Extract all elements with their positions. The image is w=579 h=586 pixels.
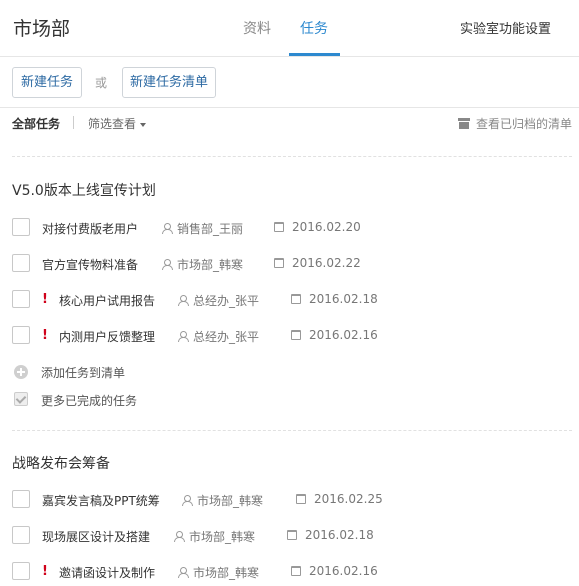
urgent-mark-icon: !	[42, 564, 48, 579]
user-icon	[178, 295, 189, 306]
user-icon	[182, 495, 193, 506]
task-name[interactable]: 现场展区设计及搭建	[42, 528, 150, 545]
task-owner: 市场部_韩寒	[162, 256, 243, 273]
task-owner-label: 市场部_韩寒	[177, 258, 244, 272]
tab-tasks[interactable]: 任务	[300, 18, 328, 38]
header-bar: 市场部 资料 任务 实验室功能设置	[0, 0, 579, 57]
task-due-date: 2016.02.16	[291, 564, 378, 578]
calendar-icon	[296, 494, 306, 504]
filter-separator	[73, 116, 74, 129]
task-owner: 市场部_韩寒	[178, 564, 259, 581]
task-checkbox[interactable]	[12, 290, 30, 308]
task-owner: 市场部_韩寒	[182, 492, 263, 509]
archive-box-icon	[457, 118, 470, 129]
user-icon	[178, 331, 189, 342]
caret-down-icon	[140, 122, 147, 127]
section-divider	[12, 430, 572, 431]
calendar-icon	[291, 330, 301, 340]
task-owner: 总经办_张平	[178, 328, 259, 345]
task-due-date-label: 2016.02.16	[309, 564, 378, 578]
all-tasks-filter[interactable]: 全部任务	[12, 115, 60, 132]
task-due-date: 2016.02.18	[291, 292, 378, 306]
new-task-list-button[interactable]: 新建任务清单	[122, 67, 216, 98]
or-label: 或	[95, 76, 108, 90]
task-due-date-label: 2016.02.18	[305, 528, 374, 542]
task-due-date: 2016.02.22	[274, 256, 361, 270]
plus-circle-icon	[14, 365, 28, 379]
task-name[interactable]: 内测用户反馈整理	[59, 328, 155, 345]
department-title: 市场部	[13, 18, 71, 40]
tab-info[interactable]: 资料	[243, 18, 271, 38]
task-due-date-label: 2016.02.18	[309, 292, 378, 306]
task-owner-label: 市场部_韩寒	[189, 530, 256, 544]
active-tab-indicator	[289, 53, 340, 56]
task-owner: 市场部_韩寒	[174, 528, 255, 545]
filter-dropdown[interactable]: 筛选查看	[88, 115, 147, 132]
task-owner: 销售部_王丽	[162, 220, 243, 237]
user-icon	[162, 223, 173, 234]
task-list-title[interactable]: V5.0版本上线宣传计划	[12, 180, 156, 200]
calendar-icon	[287, 530, 297, 540]
task-due-date: 2016.02.16	[291, 328, 378, 342]
calendar-icon	[274, 258, 284, 268]
archived-lists-link[interactable]: 查看已归档的清单	[457, 115, 572, 132]
task-checkbox[interactable]	[12, 490, 30, 508]
urgent-mark-icon: !	[42, 292, 48, 307]
toolbar-divider	[0, 107, 579, 108]
task-due-date: 2016.02.20	[274, 220, 361, 234]
task-due-date-label: 2016.02.16	[309, 328, 378, 342]
task-due-date: 2016.02.18	[287, 528, 374, 542]
calendar-icon	[291, 294, 301, 304]
calendar-icon	[274, 222, 284, 232]
calendar-icon	[291, 566, 301, 576]
task-owner-label: 总经办_张平	[193, 330, 260, 344]
task-list-title[interactable]: 战略发布会筹备	[12, 453, 110, 473]
lab-settings-link[interactable]: 实验室功能设置	[460, 18, 551, 37]
urgent-mark-icon: !	[42, 328, 48, 343]
user-icon	[178, 567, 189, 578]
task-due-date-label: 2016.02.20	[292, 220, 361, 234]
task-name[interactable]: 对接付费版老用户	[42, 220, 138, 237]
new-task-button[interactable]: 新建任务	[12, 67, 82, 98]
task-checkbox[interactable]	[12, 254, 30, 272]
task-checkbox[interactable]	[12, 526, 30, 544]
checkmark-icon	[14, 392, 28, 406]
filter-row: 全部任务 筛选查看 查看已归档的清单	[12, 115, 572, 133]
task-owner-label: 市场部_韩寒	[197, 494, 264, 508]
task-name[interactable]: 邀请函设计及制作	[59, 564, 155, 581]
task-due-date: 2016.02.25	[296, 492, 383, 506]
user-icon	[162, 259, 173, 270]
archived-lists-label: 查看已归档的清单	[475, 117, 572, 131]
task-name[interactable]: 嘉宾发言稿及PPT统筹	[42, 492, 160, 509]
task-name[interactable]: 核心用户试用报告	[59, 292, 155, 309]
task-owner-label: 销售部_王丽	[177, 222, 244, 236]
task-owner: 总经办_张平	[178, 292, 259, 309]
task-name[interactable]: 官方宣传物料准备	[42, 256, 138, 273]
filter-dropdown-label: 筛选查看	[88, 117, 137, 131]
task-checkbox[interactable]	[12, 218, 30, 236]
task-due-date-label: 2016.02.22	[292, 256, 361, 270]
user-icon	[174, 531, 185, 542]
task-owner-label: 总经办_张平	[193, 294, 260, 308]
task-checkbox[interactable]	[12, 562, 30, 580]
task-due-date-label: 2016.02.25	[314, 492, 383, 506]
task-owner-label: 市场部_韩寒	[193, 566, 260, 580]
section-divider	[12, 156, 572, 157]
more-completed-label: 更多已完成的任务	[41, 394, 138, 408]
add-task-label: 添加任务到清单	[41, 366, 126, 380]
task-checkbox[interactable]	[12, 326, 30, 344]
